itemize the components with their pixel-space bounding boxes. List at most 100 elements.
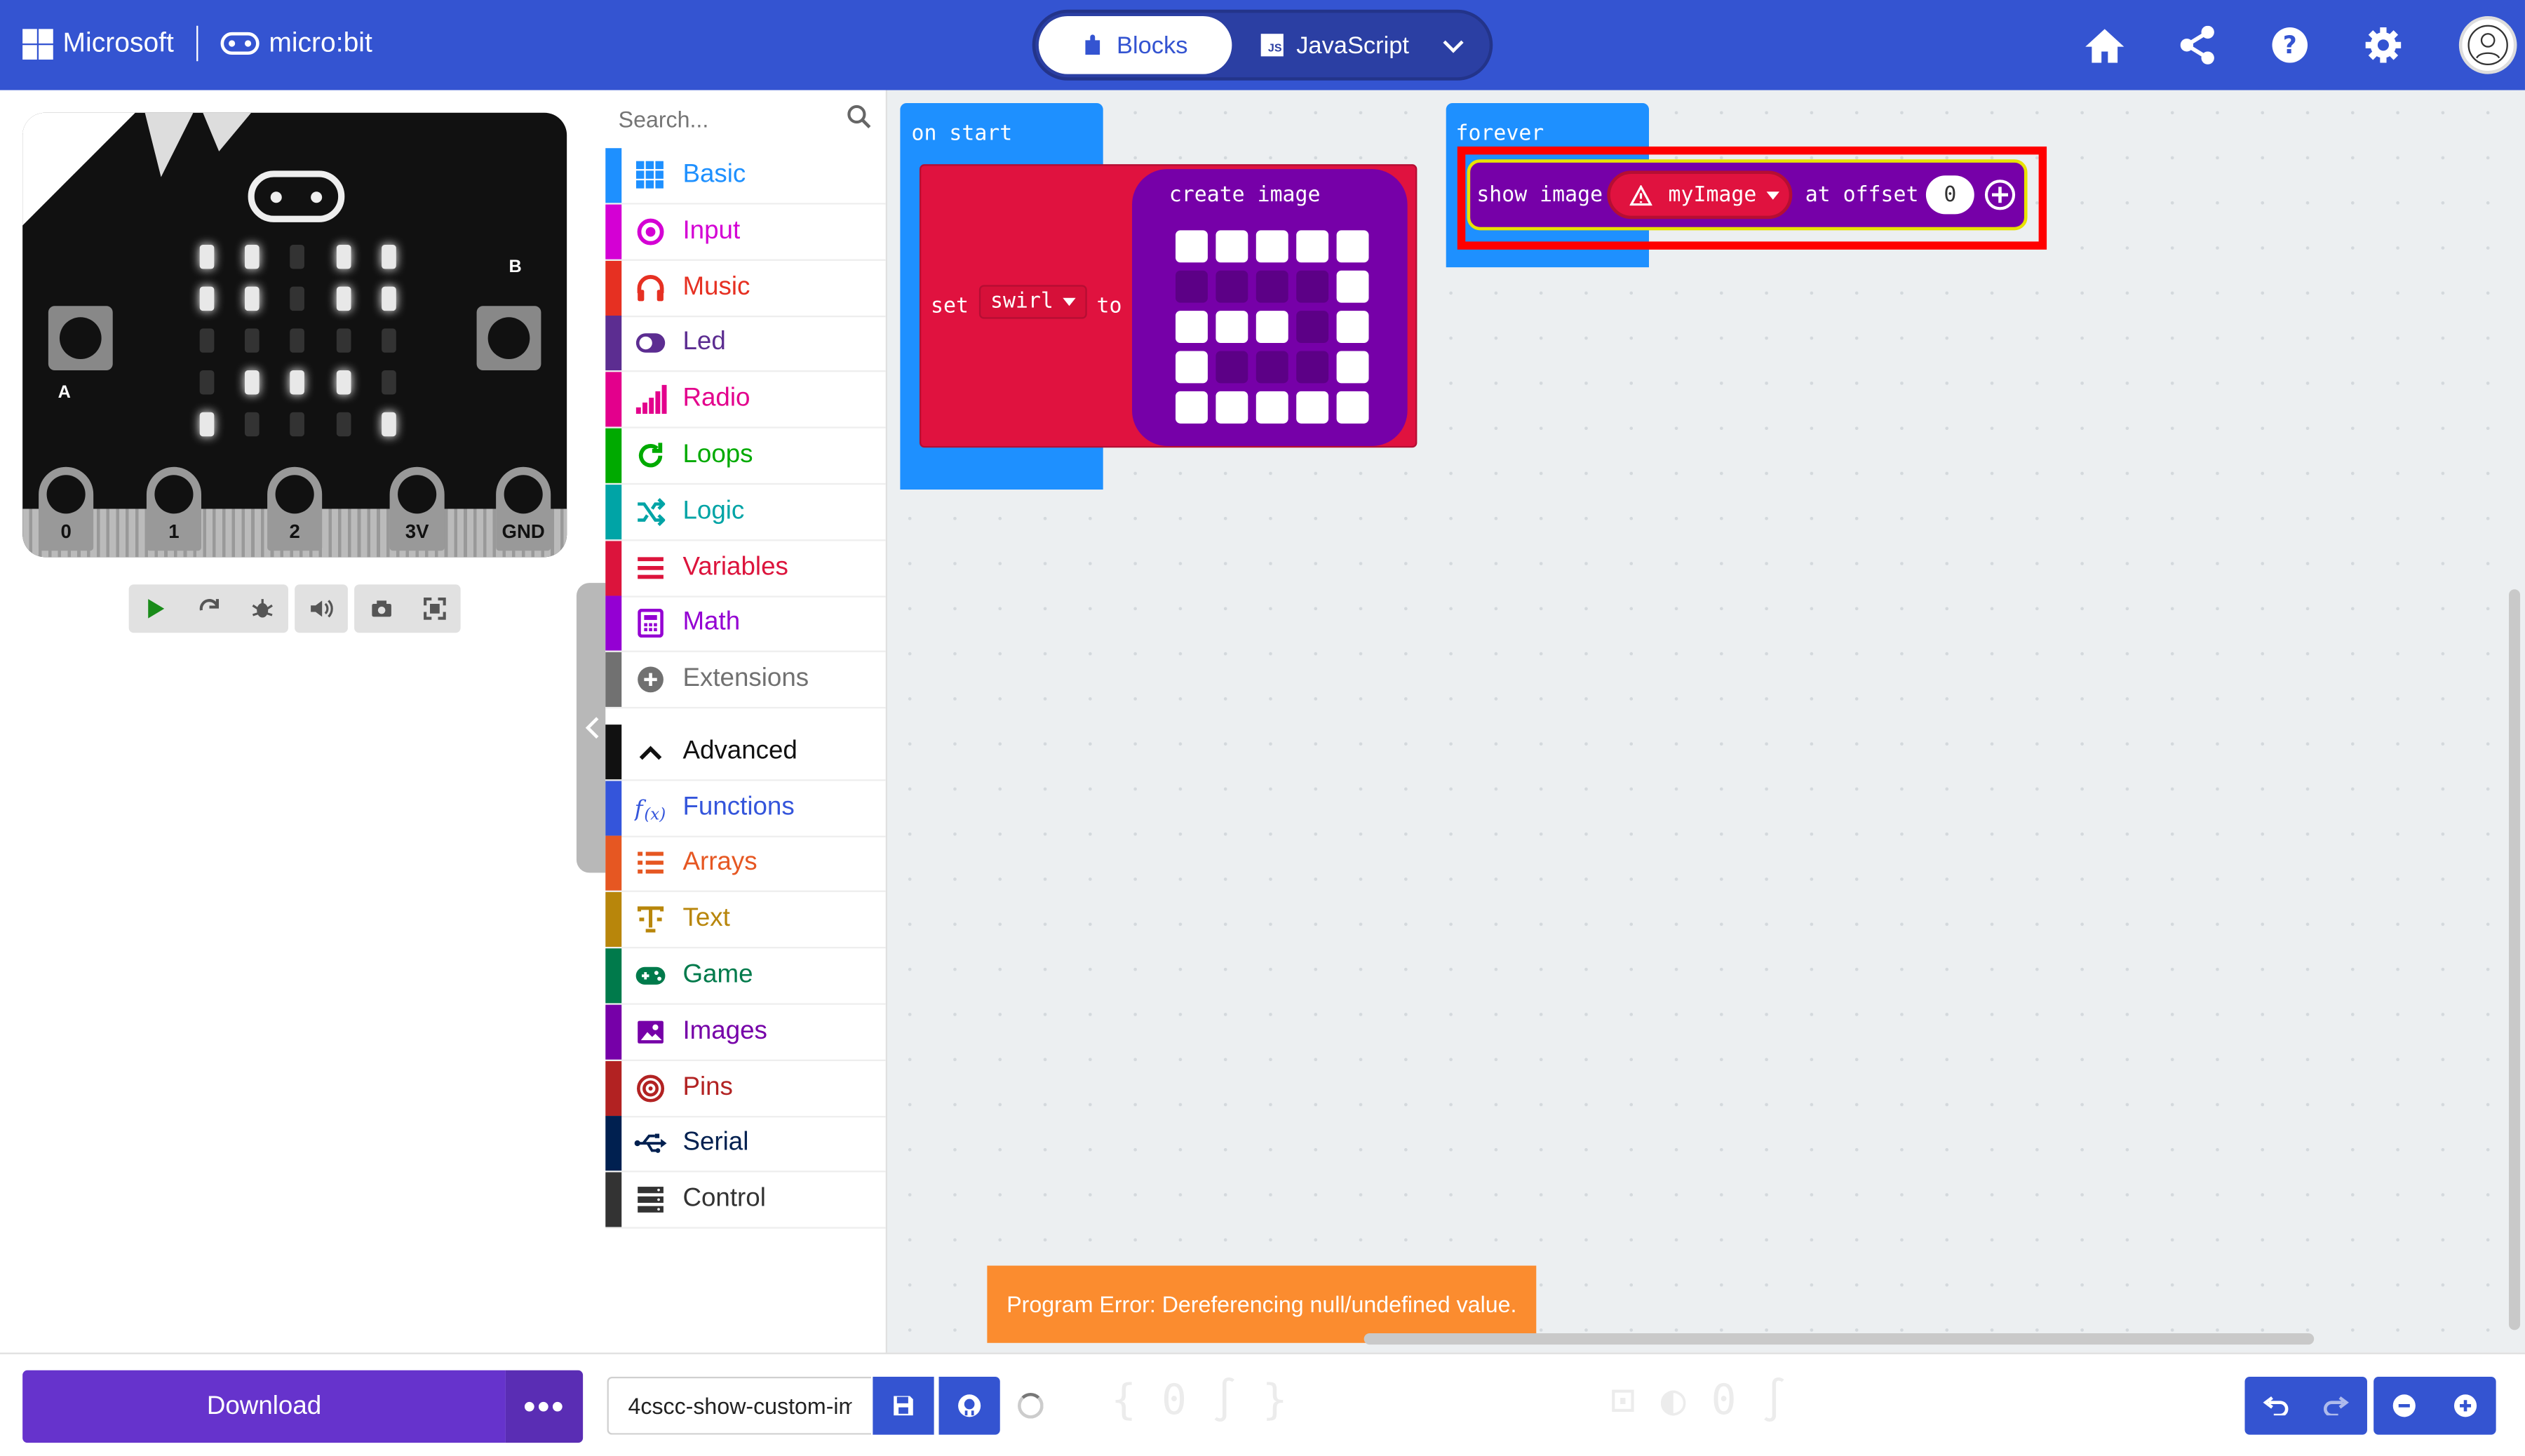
home-icon[interactable]	[2082, 22, 2127, 67]
category-extensions[interactable]: Extensions	[605, 652, 886, 709]
led-2-0	[198, 328, 214, 352]
zoom-in-button[interactable]	[2435, 1377, 2496, 1435]
image-cell[interactable]	[1336, 391, 1369, 424]
category-label: Serial	[682, 1129, 749, 1157]
add-parameter-icon[interactable]	[1984, 179, 2016, 211]
headphones-icon	[635, 271, 667, 304]
category-music[interactable]: Music	[605, 260, 886, 317]
pin-0[interactable]: 0	[39, 466, 94, 551]
image-cell[interactable]	[1176, 311, 1208, 344]
search-icon[interactable]	[847, 105, 871, 128]
image-cell[interactable]	[1216, 391, 1248, 424]
category-input[interactable]: Input	[605, 204, 886, 261]
image-cell[interactable]	[1255, 230, 1288, 263]
image-cell[interactable]	[1296, 311, 1329, 344]
play-icon[interactable]	[129, 584, 182, 633]
category-game[interactable]: Game	[605, 948, 886, 1005]
fullscreen-icon[interactable]	[408, 584, 461, 633]
image-cell[interactable]	[1336, 311, 1369, 344]
more-options-button[interactable]: •••	[505, 1370, 584, 1443]
button-b[interactable]	[476, 306, 541, 371]
category-functions[interactable]: f (x) Functions	[605, 780, 886, 837]
image-cell[interactable]	[1255, 270, 1288, 303]
undo-button[interactable]	[2244, 1377, 2305, 1435]
led-4-2	[290, 411, 306, 436]
chevron-up-icon	[635, 736, 667, 768]
blocks-workspace[interactable]: on start set swirl to create image forev…	[887, 90, 2525, 1353]
create-image-label: create image	[1169, 183, 1321, 208]
image-cell[interactable]	[1296, 391, 1329, 424]
category-variables[interactable]: Variables	[605, 540, 886, 597]
category-logic[interactable]: Logic	[605, 484, 886, 541]
help-icon[interactable]: ?	[2268, 22, 2312, 67]
pin-gnd[interactable]: GND	[496, 466, 551, 551]
share-icon[interactable]	[2176, 22, 2221, 67]
image-cell[interactable]	[1255, 351, 1288, 384]
category-text[interactable]: Text	[605, 892, 886, 949]
category-serial[interactable]: Serial	[605, 1116, 886, 1173]
collapse-simulator-handle[interactable]	[576, 583, 609, 873]
gear-icon[interactable]	[2361, 22, 2406, 67]
category-control[interactable]: Control	[605, 1172, 886, 1229]
image-cell[interactable]	[1296, 351, 1329, 384]
category-arrays[interactable]: Arrays	[605, 836, 886, 893]
brand[interactable]: Microsoft micro:bit	[22, 25, 372, 62]
search-input[interactable]	[618, 100, 844, 139]
screenshot-icon[interactable]	[354, 584, 408, 633]
vertical-scrollbar[interactable]	[2509, 589, 2521, 1330]
zoom-out-button[interactable]	[2374, 1377, 2435, 1435]
category-loops[interactable]: Loops	[605, 428, 886, 485]
category-led[interactable]: Led	[605, 316, 886, 373]
dropdown-caret-icon	[1766, 191, 1779, 199]
redo-button[interactable]	[2306, 1377, 2367, 1435]
image-cell[interactable]	[1296, 230, 1329, 263]
image-cell[interactable]	[1255, 311, 1288, 344]
project-name-input[interactable]	[607, 1376, 872, 1435]
sound-icon[interactable]	[295, 584, 348, 633]
language-dropdown-chevron-icon[interactable]	[1443, 32, 1464, 53]
image-cell[interactable]	[1216, 230, 1248, 263]
category-math[interactable]: Math	[605, 596, 886, 653]
restart-icon[interactable]	[182, 584, 235, 633]
offset-input[interactable]: 0	[1925, 175, 1974, 215]
button-a[interactable]	[48, 306, 113, 371]
image-cell[interactable]	[1216, 270, 1248, 303]
horizontal-scrollbar[interactable]	[1364, 1333, 2315, 1345]
image-cell[interactable]	[1336, 351, 1369, 384]
brand-microsoft: Microsoft	[62, 27, 174, 58]
github-button[interactable]	[938, 1376, 1000, 1435]
led-0-0	[198, 243, 214, 269]
category-pins[interactable]: Pins	[605, 1060, 886, 1117]
image-cell[interactable]	[1176, 270, 1208, 303]
tab-blocks[interactable]: Blocks	[1038, 15, 1232, 74]
category-advanced[interactable]: Advanced	[605, 724, 886, 781]
image-cell[interactable]	[1216, 311, 1248, 344]
image-cell[interactable]	[1336, 230, 1369, 263]
pin-2[interactable]: 2	[267, 466, 323, 551]
image-cell[interactable]	[1296, 270, 1329, 303]
variable-dropdown[interactable]: swirl	[978, 285, 1088, 319]
variable-reporter[interactable]: myImage	[1607, 170, 1793, 220]
category-color-bar	[605, 596, 622, 652]
category-radio[interactable]: Radio	[605, 372, 886, 429]
image-cell[interactable]	[1336, 270, 1369, 303]
tab-javascript[interactable]: JS JavaScript	[1260, 16, 1409, 74]
pin-1[interactable]: 1	[146, 466, 201, 551]
download-button[interactable]: Download	[22, 1370, 506, 1443]
debug-icon[interactable]	[235, 584, 288, 633]
category-basic[interactable]: Basic	[605, 148, 886, 205]
image-cell[interactable]	[1216, 351, 1248, 384]
user-avatar[interactable]	[2458, 15, 2517, 74]
category-images[interactable]: Images	[605, 1004, 886, 1061]
svg-text:(x): (x)	[644, 805, 666, 823]
pin-3v[interactable]: 3V	[389, 466, 445, 551]
radio-dot-icon	[635, 215, 667, 248]
save-button[interactable]	[873, 1376, 934, 1435]
text-icon	[635, 903, 667, 936]
show-image-label: show image	[1476, 183, 1603, 208]
microbit-board: A B 0 1 2 3V GND	[22, 112, 567, 558]
image-cell[interactable]	[1176, 230, 1208, 263]
image-cell[interactable]	[1255, 391, 1288, 424]
image-cell[interactable]	[1176, 391, 1208, 424]
image-cell[interactable]	[1176, 351, 1208, 384]
